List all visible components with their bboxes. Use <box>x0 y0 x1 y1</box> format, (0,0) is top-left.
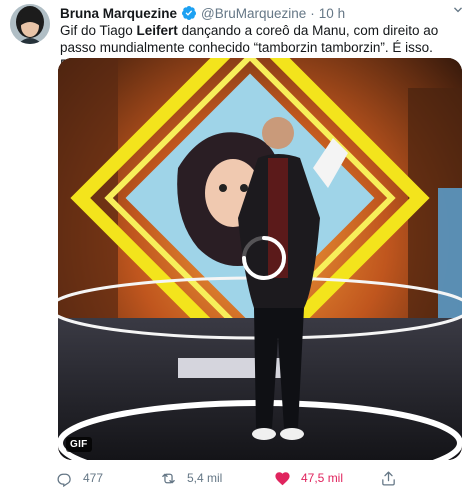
reply-count: 477 <box>83 471 104 485</box>
tweet-text-bold: Leifert <box>136 23 178 38</box>
timestamp[interactable]: 10 h <box>319 6 345 21</box>
loading-spinner-icon <box>240 234 288 282</box>
retweet-button[interactable]: 5,4 mil <box>160 468 222 488</box>
reply-icon <box>57 473 71 487</box>
tweet-actions: 477 5,4 mil 47,5 mil <box>56 468 466 488</box>
tweet-text-part1: Gif do Tiago <box>60 23 137 38</box>
share-icon <box>382 470 395 486</box>
tweet[interactable]: Bruna Marquezine @BruMarquezine · 10 h G… <box>0 0 474 490</box>
retweet-icon <box>162 473 175 483</box>
gif-media[interactable]: GIF <box>58 58 462 460</box>
like-count: 47,5 mil <box>301 471 344 485</box>
like-button[interactable]: 47,5 mil <box>274 468 343 488</box>
avatar[interactable] <box>10 4 50 44</box>
retweet-count: 5,4 mil <box>187 471 223 485</box>
tweet-header: Bruna Marquezine @BruMarquezine · 10 h <box>60 4 464 22</box>
handle[interactable]: @BruMarquezine <box>201 6 306 21</box>
display-name[interactable]: Bruna Marquezine <box>60 6 177 21</box>
gif-badge: GIF <box>66 437 92 452</box>
share-button[interactable] <box>380 468 407 488</box>
reply-button[interactable]: 477 <box>56 468 103 488</box>
chevron-down-icon[interactable] <box>450 2 466 18</box>
heart-icon <box>275 471 290 485</box>
verified-badge-icon <box>181 5 197 21</box>
separator: · <box>310 5 315 21</box>
